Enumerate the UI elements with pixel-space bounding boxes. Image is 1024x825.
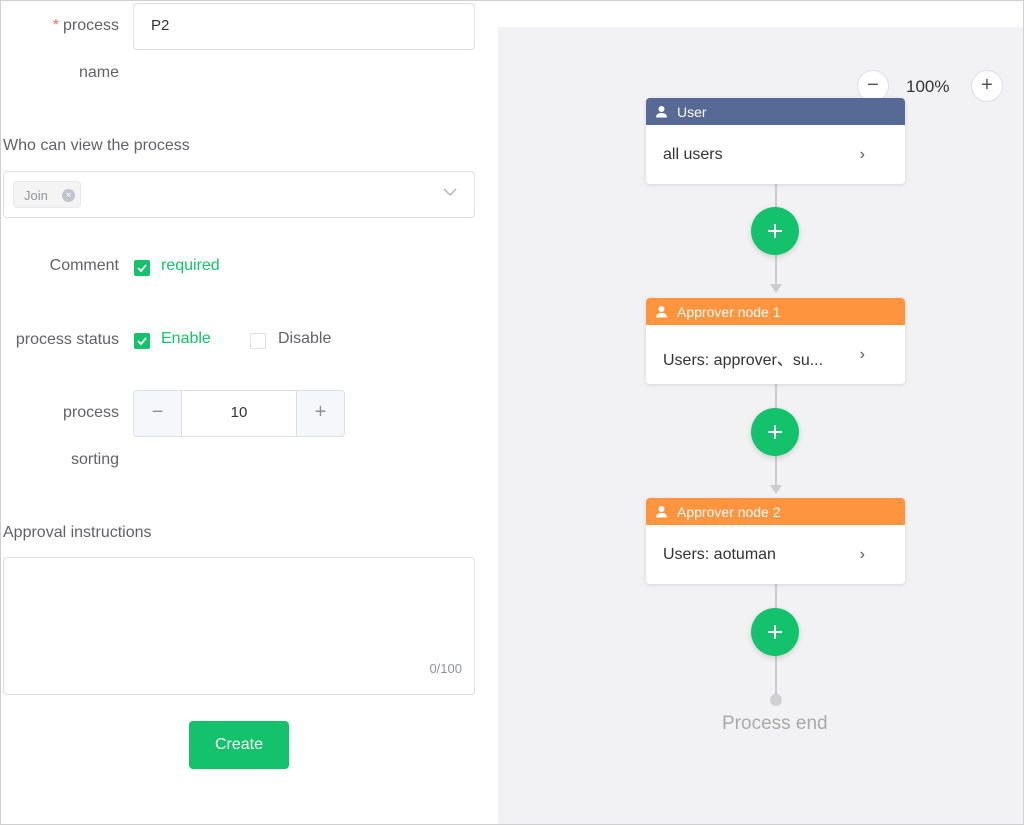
- check-icon: [137, 264, 147, 273]
- required-asterisk: *: [52, 17, 59, 34]
- process-name-label: * process: [20, 17, 119, 35]
- stepper-value[interactable]: 10: [182, 404, 296, 421]
- status-enable-checkbox[interactable]: [134, 333, 150, 349]
- comment-label: Comment: [49, 257, 119, 274]
- node-content: Users: approver、su...: [663, 352, 824, 369]
- status-disable-checkbox[interactable]: [250, 333, 266, 349]
- status-disable-label[interactable]: Disable: [278, 330, 331, 348]
- comment-required-label[interactable]: required: [161, 257, 220, 275]
- process-status-label: process status: [15, 331, 119, 348]
- char-counter: 0/100: [429, 661, 462, 676]
- node-header: Approver node 2: [646, 498, 905, 525]
- check-icon: [137, 337, 147, 346]
- user-icon: [656, 506, 667, 518]
- node-title: Approver node 2: [677, 504, 781, 520]
- user-icon: [656, 306, 667, 318]
- plus-icon: [768, 425, 782, 439]
- process-end-label: Process end: [722, 713, 828, 734]
- approval-instructions-label: Approval instructions: [3, 524, 152, 541]
- add-node-button[interactable]: [751, 608, 799, 656]
- node-header: Approver node 1: [646, 298, 905, 325]
- chevron-right-icon: ›: [859, 146, 865, 163]
- process-name-label-line2: name: [78, 64, 119, 81]
- viewer-tag-join: Join ×: [13, 181, 81, 208]
- process-name-value: P2: [151, 17, 170, 34]
- process-sorting-label-line2: sorting: [70, 451, 119, 468]
- viewers-label: Who can view the process: [3, 137, 190, 154]
- node-content: Users: aotuman: [663, 546, 776, 563]
- zoom-level: 100%: [906, 77, 950, 96]
- chevron-right-icon: ›: [859, 546, 865, 563]
- node-title: User: [677, 104, 707, 120]
- status-enable-label[interactable]: Enable: [161, 330, 211, 348]
- process-name-label-line1: process: [62, 17, 119, 34]
- approval-instructions-textarea[interactable]: 0/100: [3, 557, 475, 695]
- node-header: User: [646, 98, 905, 125]
- stepper-increment-button[interactable]: +: [296, 391, 344, 436]
- process-name-input[interactable]: P2: [133, 3, 475, 50]
- plus-icon: [768, 625, 782, 639]
- create-button[interactable]: Create: [189, 721, 289, 769]
- connector-arrow: [770, 284, 782, 293]
- zoom-in-button[interactable]: +: [971, 70, 1003, 102]
- user-icon: [656, 106, 667, 118]
- chevron-down-icon: [443, 188, 457, 197]
- process-end-dot: [770, 694, 782, 706]
- tag-close-icon[interactable]: ×: [62, 189, 75, 202]
- add-node-button[interactable]: [751, 207, 799, 255]
- flow-node-user[interactable]: User all users ›: [646, 98, 905, 184]
- stepper-decrement-button[interactable]: −: [134, 391, 182, 436]
- comment-required-checkbox[interactable]: [134, 260, 150, 276]
- sorting-stepper: − 10 +: [133, 390, 345, 437]
- flow-node-approver-1[interactable]: Approver node 1 Users: approver、su... ›: [646, 298, 905, 384]
- plus-icon: [768, 224, 782, 238]
- add-node-button[interactable]: [751, 408, 799, 456]
- process-sorting-label: process: [62, 404, 119, 421]
- viewer-tag-label: Join: [24, 188, 48, 203]
- node-title: Approver node 1: [677, 304, 781, 320]
- chevron-right-icon: ›: [859, 346, 865, 363]
- viewers-select[interactable]: Join ×: [3, 171, 475, 218]
- node-content: all users: [663, 146, 723, 163]
- flow-node-approver-2[interactable]: Approver node 2 Users: aotuman ›: [646, 498, 905, 584]
- connector-arrow: [770, 485, 782, 494]
